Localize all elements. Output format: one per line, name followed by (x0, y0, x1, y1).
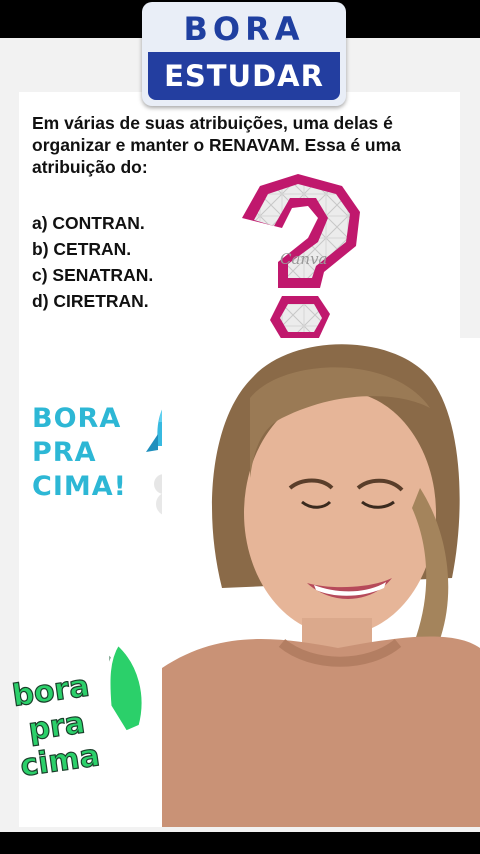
bora-estudar-logo: BORA ESTUDAR (142, 2, 346, 106)
bottom-black-bar (0, 832, 480, 854)
bora-line3: CIMA! (32, 471, 127, 502)
option-d: d) CIRETRAN. (32, 291, 149, 311)
question-mark-icon: Canva (242, 174, 360, 340)
bora-line2: PRA (32, 437, 97, 468)
option-b: b) CETRAN. (32, 239, 132, 259)
canva-watermark: Canva (280, 250, 328, 268)
bora-line1: BORA (32, 403, 122, 434)
option-c: c) SENATRAN. (32, 265, 154, 285)
question-text: Em várias de suas atribuições, uma delas… (32, 113, 401, 177)
logo-line2: ESTUDAR (148, 52, 340, 100)
bora-pra-cima-text: BORA PRA CIMA! (32, 402, 127, 504)
presenter-photo (162, 338, 480, 827)
option-a: a) CONTRAN. (32, 213, 145, 233)
answer-options: a) CONTRAN. b) CETRAN. c) SENATRAN. d) C… (32, 210, 153, 314)
bora-pra-cima-sticker: bora pra cima (10, 641, 145, 785)
logo-line1: BORA (183, 10, 305, 48)
